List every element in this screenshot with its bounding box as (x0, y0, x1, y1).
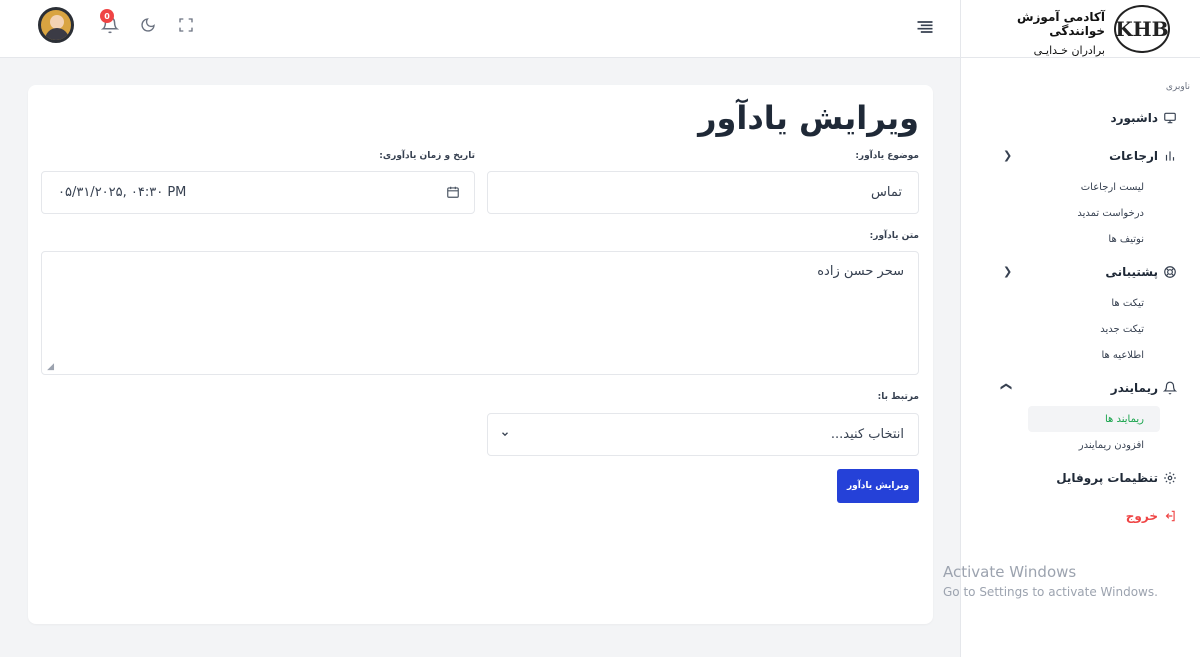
chevron-left-icon: ❮ (1003, 265, 1013, 278)
chevron-down-icon: ❮ (999, 381, 1013, 392)
chevron-left-icon: ❮ (1003, 149, 1013, 162)
sidebar-item-label: خروج (1125, 509, 1158, 523)
expand-icon (179, 18, 193, 32)
notifications-button[interactable]: 0 (96, 9, 124, 39)
sidebar-item-label: ریمایندر (1110, 381, 1158, 395)
body-value: سحر حسن زاده (817, 264, 904, 279)
brand-logo: KHB (1114, 5, 1170, 53)
sidebar-item-referrals[interactable]: ارجاعات ❮ (961, 144, 1200, 168)
sidebar-subitem-notifications[interactable]: نوتیف ها (961, 226, 1200, 252)
sidebar-item-label: پشتیبانی (1105, 265, 1158, 279)
datetime-input[interactable]: ۰۵/۳۱/۲۰۲۵, ۰۴:۳۰ PM (41, 171, 475, 214)
bar-chart-icon (1162, 148, 1178, 164)
top-bar: 0 (0, 0, 960, 58)
watermark-subtitle: Go to Settings to activate Windows. (943, 585, 1158, 599)
sidebar-item-support[interactable]: پشتیبانی ❮ (961, 260, 1200, 284)
dark-mode-toggle[interactable] (134, 11, 162, 39)
edit-reminder-card: ویرایش یادآور موضوع یادآور: تماس تاریخ و… (28, 85, 933, 624)
sidebar-subitem-add-reminder[interactable]: افزودن ریمایندر (961, 432, 1200, 458)
body-textarea[interactable]: سحر حسن زاده ◢ (41, 251, 919, 375)
watermark-title: Activate Windows (943, 563, 1077, 581)
subject-input[interactable]: تماس (487, 171, 919, 214)
notification-badge: 0 (100, 9, 114, 23)
sidebar-subitem-renewal-request[interactable]: درخواست تمدید (961, 200, 1200, 226)
sidebar-subitem-new-ticket[interactable]: تیکت جدید (961, 316, 1200, 342)
subject-value: تماس (871, 185, 902, 200)
sidebar-item-logout[interactable]: خروج (961, 504, 1200, 528)
fullscreen-button[interactable] (172, 11, 200, 39)
related-label: مرتبط با: (877, 392, 919, 402)
calendar-icon[interactable] (446, 185, 460, 203)
menu-icon (917, 21, 933, 33)
sidebar-item-profile-settings[interactable]: تنظیمات پروفایل (961, 466, 1200, 490)
sidebar-item-label: تنظیمات پروفایل (1056, 471, 1158, 485)
sidebar-subitem-reminders[interactable]: ریمایند ها (1028, 406, 1160, 432)
lifebuoy-icon (1162, 264, 1178, 280)
resize-handle-icon[interactable]: ◢ (44, 362, 54, 372)
gear-icon (1162, 470, 1178, 486)
sidebar-toggle-button[interactable] (911, 13, 939, 41)
sidebar-item-label: ارجاعات (1109, 149, 1158, 163)
brand-subtitle: برادران خـدایـی (1033, 44, 1105, 57)
sidebar: KHB آکادمی آموزش خوانندگی برادران خـدایـ… (960, 0, 1200, 657)
sidebar-item-reminder[interactable]: ریمایندر ❮ (961, 376, 1200, 400)
datetime-label: تاریخ و زمان یادآوری: (379, 151, 475, 161)
brand-title: آکادمی آموزش خوانندگی (1016, 10, 1105, 38)
chevron-down-icon (500, 428, 510, 443)
datetime-value: ۰۵/۳۱/۲۰۲۵, ۰۴:۳۰ PM (58, 185, 187, 200)
brand[interactable]: KHB آکادمی آموزش خوانندگی برادران خـدایـ… (961, 0, 1200, 58)
related-select[interactable]: انتخاب کنید... (487, 413, 919, 456)
sidebar-subitem-announcements[interactable]: اطلاعیه ها (961, 342, 1200, 368)
subject-label: موضوع یادآور: (855, 151, 919, 161)
bell-icon (1162, 380, 1178, 396)
page-title: ویرایش یادآور (698, 99, 919, 137)
avatar[interactable] (38, 7, 74, 43)
sidebar-item-label: داشبورد (1110, 111, 1158, 125)
header-actions: 0 (38, 7, 200, 43)
related-placeholder: انتخاب کنید... (830, 427, 904, 442)
sidebar-item-dashboard[interactable]: داشبورد (961, 106, 1200, 130)
moon-icon (141, 18, 155, 32)
body-label: متن یادآور: (869, 231, 919, 241)
nav-section-label: ناوبری (1165, 82, 1190, 92)
logout-icon (1162, 508, 1178, 524)
sidebar-subitem-tickets[interactable]: تیکت ها (961, 290, 1200, 316)
sidebar-subitem-referral-list[interactable]: لیست ارجاعات (961, 174, 1200, 200)
submit-button[interactable]: ویرایش یادآور (837, 469, 919, 503)
activation-watermark: Activate Windows Go to Settings to activ… (943, 563, 1158, 599)
monitor-icon (1162, 110, 1178, 126)
